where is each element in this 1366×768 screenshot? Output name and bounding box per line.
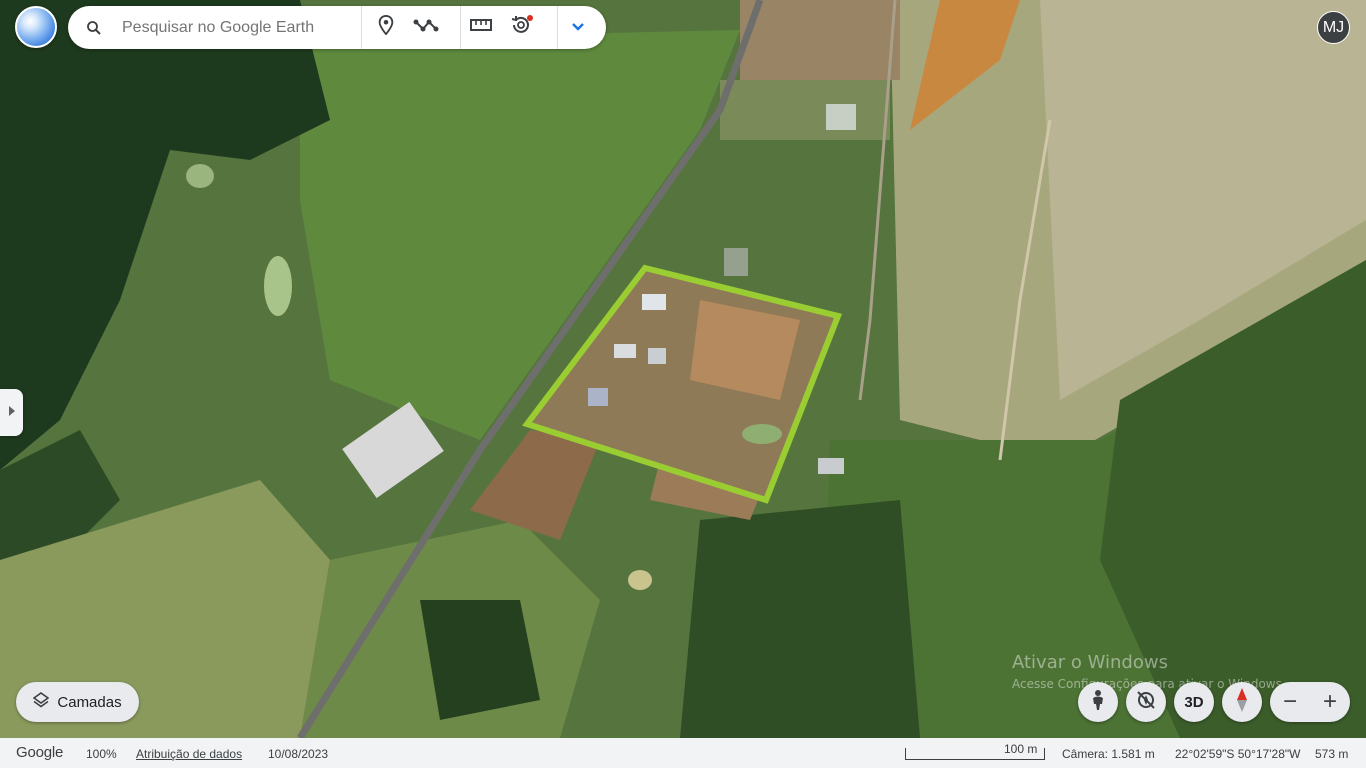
search-field[interactable] — [68, 6, 362, 49]
search-icon[interactable] — [68, 19, 120, 37]
map-canvas[interactable] — [0, 0, 1366, 738]
ruler-button[interactable] — [460, 6, 501, 49]
three-d-button[interactable]: 3D — [1174, 682, 1214, 722]
side-panel-toggle[interactable] — [0, 389, 23, 436]
path-button[interactable] — [406, 6, 446, 49]
street-view-button[interactable] — [1078, 682, 1118, 722]
place-pin-button[interactable] — [366, 6, 406, 49]
rotate-off-icon — [1135, 689, 1157, 715]
elevation: 573 m — [1315, 747, 1349, 761]
scale-bar[interactable] — [905, 748, 1045, 760]
more-tools-button[interactable] — [557, 6, 598, 49]
imagery-date: 10/08/2023 — [268, 747, 329, 761]
zoom-out-button[interactable]: − — [1270, 682, 1310, 722]
user-avatar[interactable]: MJ — [1317, 11, 1350, 44]
satellite-imagery — [0, 0, 1366, 738]
coordinates: 22°02'59"S 50°17'28"W — [1175, 747, 1301, 761]
compass-button[interactable] — [1222, 682, 1262, 722]
history-button[interactable] — [501, 6, 541, 49]
path-icon — [413, 17, 439, 38]
zoom-controls: − + — [1270, 682, 1350, 722]
watermark-title: Ativar o Windows — [1012, 652, 1168, 673]
data-attribution-link[interactable]: Atribuição de dados — [136, 747, 242, 761]
search-toolbar — [68, 6, 606, 49]
pegman-icon — [1090, 689, 1106, 715]
search-input[interactable] — [120, 17, 354, 38]
layers-icon — [33, 692, 50, 712]
compass-icon — [1236, 687, 1248, 717]
status-bar: Google 100% Atribuição de dados 10/08/20… — [0, 738, 1366, 768]
place-pin-icon — [377, 14, 395, 40]
zoom-in-button[interactable]: + — [1310, 682, 1350, 722]
chevron-right-icon — [8, 404, 16, 422]
rotate-toggle-button[interactable] — [1126, 682, 1166, 722]
ruler-icon — [470, 18, 492, 37]
chevron-down-icon — [571, 19, 585, 37]
notification-dot — [527, 15, 533, 21]
google-earth-logo[interactable] — [15, 6, 57, 48]
zoom-level: 100% — [86, 747, 117, 761]
google-logo: Google — [16, 744, 64, 761]
layers-label: Camadas — [57, 693, 122, 711]
layers-button[interactable]: Camadas — [16, 682, 139, 722]
camera-altitude: Câmera: 1.581 m — [1062, 747, 1155, 761]
